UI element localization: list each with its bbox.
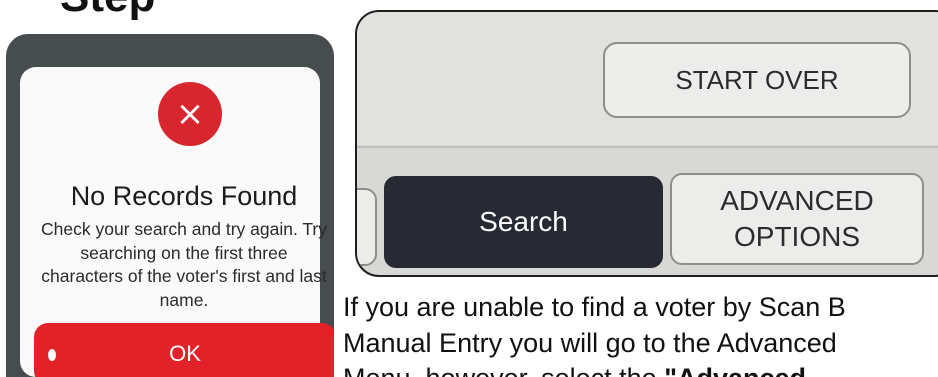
start-over-button[interactable]: START OVER (603, 42, 911, 118)
heading-text: Step (60, 0, 155, 22)
cropped-button-edge[interactable] (357, 188, 377, 266)
no-records-dialog: × No Records Found Check your search and… (20, 67, 334, 377)
advanced-label-line1: ADVANCED (720, 185, 874, 216)
dialog-title: No Records Found (70, 181, 298, 211)
ok-button-label: OK (169, 341, 201, 366)
phone-screenshot-no-records: × No Records Found Check your search and… (6, 34, 334, 377)
ok-button[interactable]: OK (34, 323, 334, 377)
search-button[interactable]: Search (384, 176, 663, 268)
dialog-message: Check your search and try again. Try sea… (41, 219, 327, 310)
instruction-text: If you are unable to find a voter by Sca… (343, 289, 938, 361)
advanced-label-line2: OPTIONS (733, 221, 860, 252)
instruction-line-3: Menu, however, select the "Advanced (343, 363, 938, 377)
instruction-line-1: If you are unable to find a voter by Sca… (343, 292, 846, 322)
instruction-line-3-b: "Advanced (664, 363, 806, 377)
touch-indicator-icon (48, 349, 56, 361)
advanced-options-button[interactable]: ADVANCED OPTIONS (670, 173, 924, 265)
divider-line (357, 146, 938, 148)
close-x-icon: × (158, 82, 222, 146)
search-screen-screenshot: START OVER Search ADVANCED OPTIONS (355, 10, 938, 277)
instruction-line-3-a: Menu, however, select the (343, 363, 664, 377)
instruction-line-2: Manual Entry you will go to the Advanced (343, 328, 837, 358)
